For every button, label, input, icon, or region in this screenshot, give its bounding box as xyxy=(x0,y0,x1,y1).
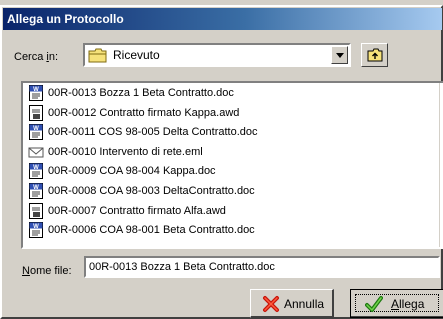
list-divider xyxy=(439,83,440,247)
file-name: 00R-0011 COS 98-005 Delta Contratto.doc xyxy=(48,126,258,139)
svg-text:W: W xyxy=(33,126,39,132)
fax-document-icon xyxy=(29,202,43,219)
up-one-level-icon xyxy=(367,48,383,62)
attach-button[interactable]: Allega xyxy=(350,289,443,318)
svg-text:W: W xyxy=(33,87,39,93)
file-name: 00R-0010 Intervento di rete.eml xyxy=(48,145,203,158)
fax-document-icon xyxy=(29,104,43,121)
cancel-button-label: Annulla xyxy=(284,297,325,311)
file-name: 00R-0008 COA 98-003 DeltaContratto.doc xyxy=(48,185,255,197)
word-doc-icon: W xyxy=(29,85,43,101)
file-name-input[interactable] xyxy=(84,256,440,278)
window-title: Allega un Protocollo xyxy=(7,12,124,26)
green-checkmark-icon xyxy=(365,296,383,312)
file-name: 00R-0007 Contratto firmato Alfa.awd xyxy=(48,204,226,217)
up-one-level-button[interactable] xyxy=(361,43,388,67)
svg-text:W: W xyxy=(33,224,39,230)
file-name: 00R-0012 Contratto firmato Kappa.awd xyxy=(48,106,240,119)
word-doc-icon: W xyxy=(29,222,43,239)
look-in-combobox[interactable]: Ricevuto xyxy=(83,43,351,67)
file-name: 00R-0009 COA 98-004 Kappa.doc xyxy=(48,165,216,178)
word-doc-icon: W xyxy=(29,183,43,199)
chevron-down-icon xyxy=(336,53,344,58)
email-message-icon xyxy=(28,147,44,158)
file-list[interactable]: W 00R-0013 Bozza 1 Beta Contratto.doc 00R-… xyxy=(21,81,443,249)
folder-icon xyxy=(88,48,107,63)
svg-text:W: W xyxy=(33,165,39,171)
attach-button-label: Allega xyxy=(391,297,425,311)
word-doc-icon: W xyxy=(29,163,43,180)
title-bar[interactable]: Allega un Protocollo xyxy=(3,8,442,30)
file-name-label: Nome file: xyxy=(22,265,72,277)
cancel-button[interactable]: Annulla xyxy=(250,289,334,318)
svg-text:W: W xyxy=(33,185,39,191)
look-in-value: Ricevuto xyxy=(113,48,160,62)
attach-protocol-dialog: Allega un Protocollo Cerca in: Ricevuto … xyxy=(0,5,443,319)
word-doc-icon: W xyxy=(29,124,43,141)
look-in-label: Cerca in: xyxy=(14,51,59,63)
file-name: 00R-0006 COA 98-001 Beta Contratto.doc xyxy=(48,224,255,237)
file-name: 00R-0013 Bozza 1 Beta Contratto.doc xyxy=(48,87,234,99)
red-x-icon xyxy=(263,296,279,312)
look-in-dropdown-button[interactable] xyxy=(331,46,348,64)
